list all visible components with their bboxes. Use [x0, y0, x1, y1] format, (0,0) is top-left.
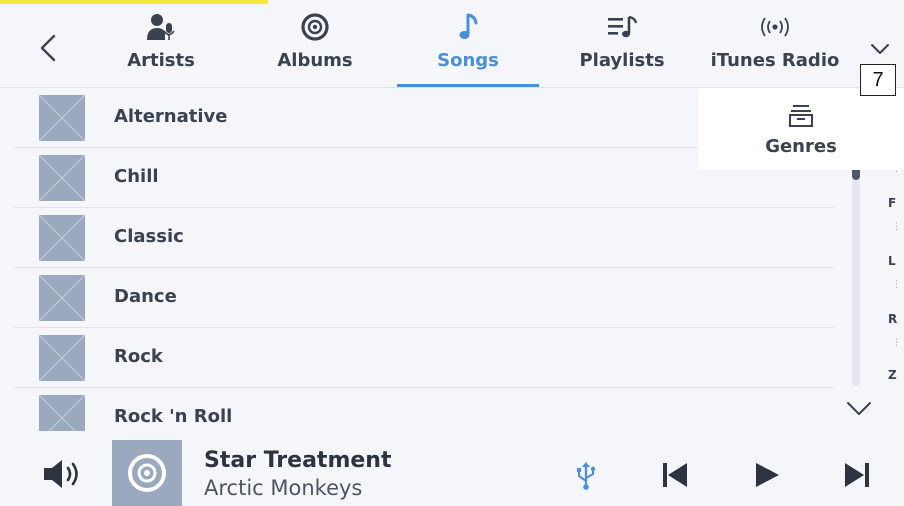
more-tabs-dropdown: Genres [698, 88, 904, 170]
list-item-label: Alternative [114, 106, 228, 127]
placeholder-image-icon [39, 395, 85, 431]
skip-previous-icon [663, 463, 687, 487]
previous-track-button[interactable] [660, 460, 690, 490]
scroll-down-button[interactable] [844, 398, 874, 420]
more-tabs-button[interactable] [864, 36, 896, 64]
album-disc-icon [128, 454, 166, 492]
list-item[interactable]: Rock [14, 328, 834, 388]
placeholder-image-icon [39, 215, 85, 261]
placeholder-image-icon [39, 335, 85, 381]
list-item[interactable]: Dance [14, 268, 834, 328]
index-separator: ⋮ [892, 280, 901, 290]
source-usb-button[interactable] [574, 461, 598, 491]
list-item[interactable]: Classic [14, 208, 834, 268]
index-letter-r[interactable]: R [888, 312, 897, 326]
tab-itunes-radio-label: iTunes Radio [710, 50, 840, 71]
skip-next-icon [845, 463, 869, 487]
annotation-badge: 7 [860, 64, 896, 96]
next-track-button[interactable] [842, 460, 872, 490]
chevron-down-icon [871, 44, 889, 54]
now-playing-bar: Star Treatment Arctic Monkeys [0, 431, 904, 506]
play-button[interactable] [752, 460, 782, 490]
volume-button[interactable] [42, 458, 84, 490]
tab-itunes-radio[interactable]: iTunes Radio [706, 8, 844, 80]
tab-playlists[interactable]: Playlists [566, 8, 678, 80]
dropdown-item-genres[interactable]: Genres [698, 88, 904, 170]
genres-box-icon [698, 104, 904, 128]
tab-artists[interactable]: Artists [116, 8, 206, 80]
list-item-label: Rock 'n Roll [114, 406, 233, 427]
placeholder-image-icon [39, 155, 85, 201]
list-item-label: Rock [114, 346, 163, 367]
index-letter-z[interactable]: Z [888, 368, 897, 382]
artist-mic-icon [116, 12, 206, 42]
index-separator: ⋮ [892, 222, 901, 232]
playlist-icon [566, 12, 678, 42]
track-artist: Arctic Monkeys [204, 476, 363, 500]
music-note-icon [410, 12, 526, 42]
track-title: Star Treatment [204, 448, 392, 473]
top-navigation-bar: Artists Albums Songs Playlists iTunes Ra… [0, 0, 904, 88]
tab-playlists-label: Playlists [579, 50, 665, 71]
album-art [112, 440, 182, 506]
usb-icon [577, 462, 596, 490]
index-letter-f[interactable]: F [888, 196, 896, 210]
radio-waves-icon [706, 12, 844, 42]
index-separator: ⋮ [892, 338, 901, 348]
list-item-label: Classic [114, 226, 184, 247]
tab-artists-label: Artists [127, 50, 195, 71]
list-item-label: Dance [114, 286, 177, 307]
placeholder-image-icon [39, 95, 85, 141]
tab-albums[interactable]: Albums [262, 8, 368, 80]
list-item[interactable]: Rock 'n Roll [14, 388, 834, 431]
play-icon [756, 463, 779, 487]
scrollbar-track[interactable] [852, 166, 860, 386]
tab-albums-label: Albums [277, 50, 353, 71]
tab-songs-label: Songs [437, 50, 499, 71]
highlight-strip [0, 0, 268, 4]
dropdown-item-genres-label: Genres [765, 136, 837, 157]
chevron-down-icon [847, 402, 871, 415]
speaker-icon [44, 460, 78, 488]
tab-songs[interactable]: Songs [410, 8, 526, 80]
active-tab-indicator [397, 84, 539, 87]
placeholder-image-icon [39, 275, 85, 321]
list-item-label: Chill [114, 166, 159, 187]
chevron-left-icon [40, 34, 56, 62]
index-letter-l[interactable]: L [888, 254, 896, 268]
back-button[interactable] [30, 28, 70, 68]
album-disc-icon [262, 12, 368, 42]
